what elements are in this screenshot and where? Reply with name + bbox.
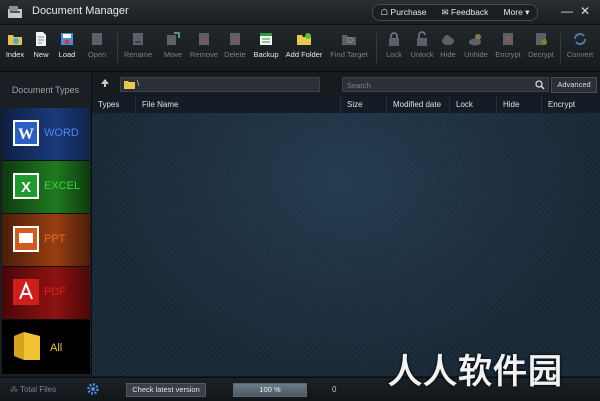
rename-button[interactable]: Rename — [122, 31, 154, 59]
file-count: 0 — [332, 385, 337, 394]
total-files-label: ⁂ Total Files — [10, 385, 57, 394]
unlock-icon — [417, 31, 427, 46]
search-box — [342, 77, 549, 93]
open-icon — [92, 33, 102, 45]
new-button[interactable]: New — [30, 31, 52, 59]
lock-button[interactable]: Lock — [382, 31, 406, 59]
title-bar: Document Manager ☖ Purchase ✉ Feedback M… — [0, 0, 600, 25]
column-header-hide[interactable]: Hide — [497, 96, 542, 113]
remove-button[interactable]: Remove — [188, 31, 220, 59]
delete-icon — [230, 33, 240, 45]
svg-text:W: W — [18, 126, 34, 143]
remove-icon — [199, 33, 209, 45]
arrow-up-icon[interactable] — [100, 78, 110, 88]
cloud-icon — [442, 35, 454, 45]
window-title: Document Manager — [32, 5, 129, 17]
sidebar-item-ppt[interactable]: PPT — [2, 214, 90, 267]
watermark-text: 人人软件园 — [388, 353, 563, 391]
unlock-button[interactable]: Unlock — [408, 31, 436, 59]
table-header: Types File Name Size Modified date Lock … — [92, 96, 600, 113]
file-list: Types File Name Size Modified date Lock … — [92, 96, 600, 376]
sidebar: Document Types W WORD X EXCEL PPT PDF Al… — [0, 72, 92, 376]
convert-icon — [574, 33, 586, 45]
open-button[interactable]: Open — [85, 31, 109, 59]
top-nav: ☖ Purchase ✉ Feedback More ▾ — [372, 4, 538, 21]
sidebar-item-label: All — [50, 342, 63, 354]
path-field[interactable]: \ — [120, 77, 320, 92]
add-folder-icon — [297, 33, 311, 45]
load-icon — [61, 33, 73, 45]
convert-button[interactable]: Convert — [564, 31, 596, 59]
move-button[interactable]: Move — [160, 31, 186, 59]
search-input[interactable] — [345, 78, 529, 93]
powerpoint-icon — [13, 226, 39, 252]
move-icon — [167, 32, 180, 45]
gear-icon[interactable] — [86, 382, 100, 396]
rename-icon — [133, 33, 143, 45]
stack-icon: ⁂ — [10, 385, 18, 394]
column-header-types[interactable]: Types — [92, 96, 136, 113]
encrypt-button[interactable]: Encrypt — [493, 31, 523, 59]
excel-icon: X — [13, 173, 39, 199]
sidebar-item-excel[interactable]: X EXCEL — [2, 161, 90, 214]
delete-button[interactable]: Delete — [222, 31, 248, 59]
decrypt-icon — [536, 33, 547, 45]
folder-small-icon — [124, 81, 135, 89]
folder-icon — [14, 332, 40, 360]
feedback-link[interactable]: ✉ Feedback — [442, 7, 489, 18]
cart-icon: ☖ — [380, 7, 389, 17]
column-header-size[interactable]: Size — [341, 96, 387, 113]
more-menu[interactable]: More ▾ — [503, 7, 529, 18]
sidebar-item-label: PPT — [44, 233, 66, 245]
toolbar-separator — [560, 33, 561, 63]
column-header-lock[interactable]: Lock — [450, 96, 497, 113]
sidebar-item-label: PDF — [44, 286, 66, 298]
sidebar-item-word[interactable]: W WORD — [2, 108, 90, 161]
add-folder-button[interactable]: Add Folder — [284, 31, 324, 59]
column-header-encrypt[interactable]: Encrypt — [542, 96, 600, 113]
purchase-link[interactable]: ☖ Purchase — [381, 7, 427, 18]
sidebar-item-all[interactable]: All — [2, 320, 90, 374]
check-version-button[interactable]: Check latest version — [126, 383, 206, 397]
advanced-button[interactable]: Advanced — [551, 77, 597, 93]
backup-button[interactable]: Backup — [251, 31, 281, 59]
search-icon[interactable] — [535, 80, 545, 90]
sun-cloud-icon — [469, 34, 481, 46]
zoom-level: 100 % — [233, 383, 307, 397]
lock-icon — [389, 32, 399, 46]
toolbar: Index New Load Open Rename Move Remove D… — [0, 25, 600, 72]
column-header-modified-date[interactable]: Modified date — [387, 96, 450, 113]
path-bar: \ Advanced — [92, 73, 600, 95]
toolbar-separator — [376, 33, 377, 63]
current-path: \ — [137, 79, 140, 88]
sidebar-item-label: EXCEL — [44, 180, 81, 192]
pdf-icon — [13, 279, 39, 305]
toolbar-separator — [117, 33, 118, 63]
encrypt-icon — [503, 33, 513, 45]
index-button[interactable]: Index — [4, 31, 26, 59]
hide-button[interactable]: Hide — [437, 31, 459, 59]
close-button[interactable]: ✕ — [580, 4, 590, 18]
app-logo-icon — [8, 6, 22, 18]
mail-icon: ✉ — [441, 7, 449, 17]
column-header-file-name[interactable]: File Name — [136, 96, 341, 113]
decrypt-button[interactable]: Decrypt — [526, 31, 556, 59]
new-document-icon — [36, 32, 46, 46]
unhide-button[interactable]: Unhide — [462, 31, 490, 59]
find-target-icon — [342, 35, 356, 45]
word-icon: W — [13, 120, 39, 146]
minimize-button[interactable]: — — [561, 4, 573, 18]
index-icon — [8, 35, 22, 45]
sidebar-heading: Document Types — [11, 85, 80, 95]
find-target-button[interactable]: Find Target — [328, 31, 370, 59]
backup-icon — [260, 33, 272, 45]
svg-text:X: X — [21, 179, 31, 196]
load-button[interactable]: Load — [56, 31, 78, 59]
sidebar-item-pdf[interactable]: PDF — [2, 267, 90, 320]
sidebar-item-label: WORD — [44, 127, 79, 139]
